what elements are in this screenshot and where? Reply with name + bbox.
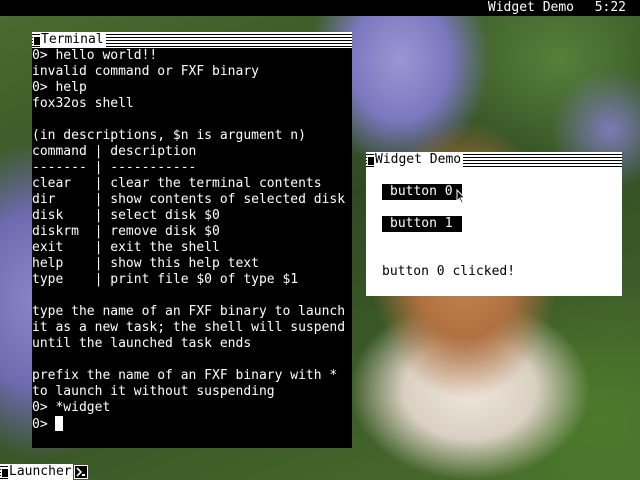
- terminal-window: Terminal 0> hello world!! invalid command…: [32, 32, 352, 448]
- widget-demo-content: button 0 button 1 button 0 clicked!: [366, 168, 622, 296]
- mouse-cursor-icon: [456, 189, 466, 204]
- terminal-line: until the launched task ends: [32, 336, 252, 351]
- active-window-title: Widget Demo: [487, 0, 574, 15]
- launcher-label: Launcher: [8, 464, 73, 480]
- launcher-titlebar[interactable]: Launcher: [0, 464, 73, 480]
- terminal-icon[interactable]: [74, 465, 88, 479]
- button-1[interactable]: button 1: [382, 216, 462, 232]
- terminal-line: it as a new task; the shell will suspend: [32, 320, 346, 335]
- terminal-output[interactable]: 0> hello world!! invalid command or FXF b…: [32, 48, 352, 448]
- top-menu-bar: Widget Demo 5:22: [0, 0, 640, 16]
- terminal-line: invalid command or FXF binary: [32, 64, 259, 79]
- terminal-line: diskrm | remove disk $0: [32, 224, 220, 239]
- terminal-line: 0> help: [32, 80, 87, 95]
- widget-demo-window: Widget Demo button 0 button 1 button 0 c…: [366, 152, 622, 296]
- terminal-titlebar[interactable]: Terminal: [32, 32, 352, 48]
- terminal-line: 0> *widget: [32, 400, 111, 415]
- terminal-prompt-line[interactable]: 0>: [32, 416, 352, 432]
- terminal-line: 0> hello world!!: [32, 48, 158, 63]
- terminal-line: fox32os shell: [32, 96, 134, 111]
- status-text: button 0 clicked!: [382, 264, 516, 279]
- terminal-line: exit | exit the shell: [32, 240, 220, 255]
- clock: 5:22: [594, 0, 626, 15]
- terminal-line: ------- | -----------: [32, 160, 197, 175]
- terminal-line: help | show this help text: [32, 256, 259, 271]
- terminal-line: command | description: [32, 144, 197, 159]
- terminal-line: clear | clear the terminal contents: [32, 176, 322, 191]
- terminal-line: dir | show contents of selected disk: [32, 192, 346, 207]
- terminal-line: to launch it without suspending: [32, 384, 275, 399]
- button-0[interactable]: button 0: [382, 184, 462, 200]
- terminal-title: Terminal: [40, 32, 106, 48]
- widget-demo-title: Widget Demo: [374, 152, 464, 168]
- terminal-line: prefix the name of an FXF binary with *: [32, 368, 338, 383]
- widget-demo-titlebar[interactable]: Widget Demo: [366, 152, 622, 168]
- terminal-line: type | print file $0 of type $1: [32, 272, 299, 287]
- terminal-line: (in descriptions, $n is argument n): [32, 128, 306, 143]
- text-cursor: [55, 416, 64, 431]
- terminal-line: disk | select disk $0: [32, 208, 220, 223]
- terminal-prompt: 0>: [32, 417, 56, 432]
- terminal-line: type the name of an FXF binary to launch: [32, 304, 346, 319]
